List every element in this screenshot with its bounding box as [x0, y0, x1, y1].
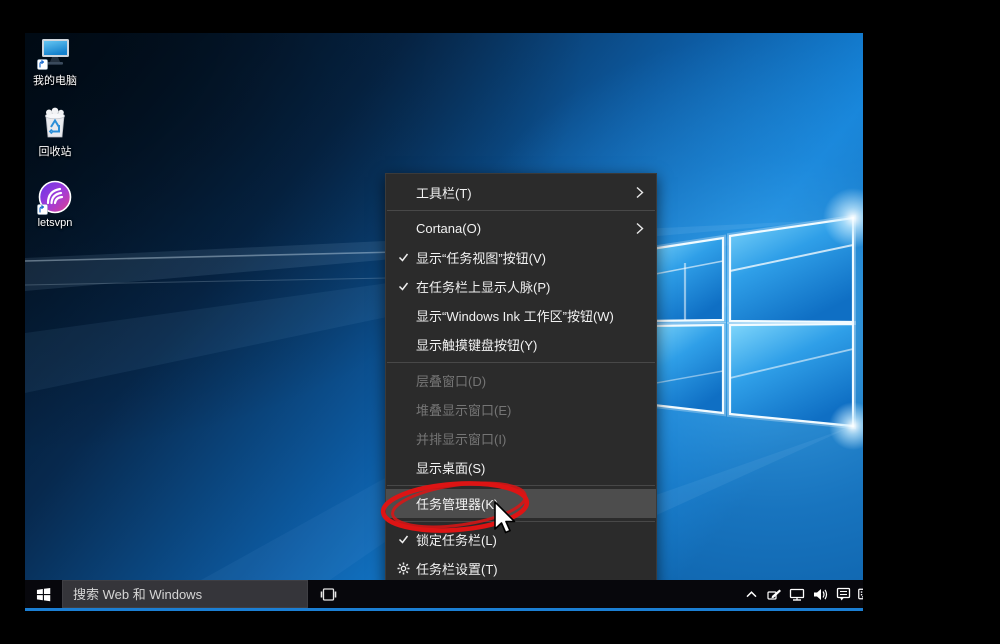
action-center-icon[interactable]: [835, 586, 851, 602]
menu-item-label: 显示桌面(S): [416, 458, 485, 477]
menu-item-task-manager[interactable]: 任务管理器(K): [386, 489, 656, 518]
menu-item-show-task-view-button[interactable]: 显示“任务视图”按钮(V): [386, 243, 656, 272]
menu-item-state-icon: [394, 525, 412, 554]
submenu-arrow-icon: [636, 214, 644, 243]
taskbar-search-box[interactable]: [62, 580, 308, 608]
menu-item-state-icon: [394, 366, 412, 395]
desktop-icon-label: 回收站: [39, 143, 72, 159]
menu-item-state-icon: [394, 424, 412, 453]
desktop-icon-my-computer[interactable]: 我的电脑: [25, 35, 85, 88]
desktop-icon-image: [38, 35, 72, 69]
menu-item-state-icon: [394, 301, 412, 330]
menu-item-state-icon: [394, 178, 412, 207]
menu-item-state-icon: [394, 489, 412, 518]
menu-item-label: 显示“Windows Ink 工作区”按钮(W): [416, 306, 614, 325]
menu-item-show-windows-ink-workspace-button[interactable]: 显示“Windows Ink 工作区”按钮(W): [386, 301, 656, 330]
menu-separator: [387, 362, 655, 363]
menu-item-state-icon: [394, 330, 412, 359]
desktop-icon-recycle-bin[interactable]: 回收站: [25, 106, 85, 159]
menu-separator: [387, 521, 655, 522]
gear-icon: [397, 562, 410, 575]
volume-icon[interactable]: [812, 586, 828, 602]
menu-item-cortana[interactable]: Cortana(O): [386, 214, 656, 243]
desktop-icon-image: [38, 106, 72, 140]
menu-item-state-icon: [394, 214, 412, 243]
volume-icon: [813, 588, 828, 601]
windows-logo-icon: [36, 587, 51, 602]
menu-item-label: 任务栏设置(T): [416, 559, 498, 578]
task-view-icon: [320, 588, 337, 601]
menu-item-state-icon: [394, 453, 412, 482]
keyboard-icon[interactable]: [858, 586, 863, 602]
network-icon: [789, 588, 805, 601]
desktop-icon-letsvpn[interactable]: letsvpn: [25, 180, 85, 229]
menu-item-show-desktop[interactable]: 显示桌面(S): [386, 453, 656, 482]
screenshot-frame: 我的电脑 回收站 letsvpn 工具栏(T) Cortana(O) 显示“任务…: [0, 0, 1000, 644]
submenu-arrow-icon: [636, 178, 644, 207]
menu-item-label: 并排显示窗口(I): [416, 429, 506, 448]
shortcut-arrow-icon: [37, 59, 48, 70]
screen-bottom-edge: [25, 608, 863, 611]
menu-item-taskbar-settings[interactable]: 任务栏设置(T): [386, 554, 656, 583]
shortcut-arrow-icon: [37, 204, 48, 215]
menu-item-label: Cortana(O): [416, 221, 481, 236]
start-button[interactable]: [25, 580, 62, 608]
menu-separator: [387, 210, 655, 211]
task-view-button[interactable]: [311, 580, 345, 608]
check-icon: [398, 252, 409, 263]
menu-item-state-icon: [394, 272, 412, 301]
network-icon[interactable]: [789, 586, 805, 602]
menu-item-state-icon: [394, 243, 412, 272]
menu-item-label: 工具栏(T): [416, 183, 472, 202]
taskbar-context-menu: 工具栏(T) Cortana(O) 显示“任务视图”按钮(V) 在任务栏上显示人…: [385, 173, 657, 588]
search-input[interactable]: [63, 587, 307, 602]
recycle-icon: [38, 106, 72, 140]
menu-item-label: 显示“任务视图”按钮(V): [416, 248, 546, 267]
menu-item-label: 层叠窗口(D): [416, 371, 486, 390]
taskbar: 中: [25, 580, 863, 608]
menu-item-label: 锁定任务栏(L): [416, 530, 497, 549]
system-tray: 中: [743, 580, 863, 608]
chevron-right-icon: [636, 222, 644, 235]
menu-item-state-icon: [394, 395, 412, 424]
menu-item-label: 堆叠显示窗口(E): [416, 400, 511, 419]
menu-item-toolbars[interactable]: 工具栏(T): [386, 178, 656, 207]
check-icon: [398, 281, 409, 292]
menu-item-show-people-on-taskbar[interactable]: 在任务栏上显示人脉(P): [386, 272, 656, 301]
chevron-right-icon: [636, 186, 644, 199]
menu-item-label: 在任务栏上显示人脉(P): [416, 277, 550, 296]
pen-icon[interactable]: [766, 586, 782, 602]
menu-item-state-icon: [394, 554, 412, 583]
menu-item-lock-taskbar[interactable]: 锁定任务栏(L): [386, 525, 656, 554]
menu-item-label: 任务管理器(K): [416, 494, 498, 513]
menu-item-cascade-windows: 层叠窗口(D): [386, 366, 656, 395]
menu-item-stack-windows: 堆叠显示窗口(E): [386, 395, 656, 424]
hidden-icons-chevron[interactable]: [743, 586, 759, 602]
menu-item-side-by-side-windows: 并排显示窗口(I): [386, 424, 656, 453]
menu-separator: [387, 485, 655, 486]
check-icon: [398, 534, 409, 545]
menu-item-label: 显示触摸键盘按钮(Y): [416, 335, 537, 354]
windows-desktop: 我的电脑 回收站 letsvpn 工具栏(T) Cortana(O) 显示“任务…: [25, 33, 863, 611]
menu-item-show-touch-keyboard-button[interactable]: 显示触摸键盘按钮(Y): [386, 330, 656, 359]
desktop-icon-label: letsvpn: [38, 217, 73, 229]
action-center-icon: [836, 587, 851, 601]
desktop-icon-label: 我的电脑: [33, 72, 77, 88]
hidden-icons-chevron-icon: [746, 591, 757, 598]
pen-icon: [767, 588, 782, 601]
keyboard-icon: [858, 588, 863, 600]
desktop-icon-image: [38, 180, 72, 214]
